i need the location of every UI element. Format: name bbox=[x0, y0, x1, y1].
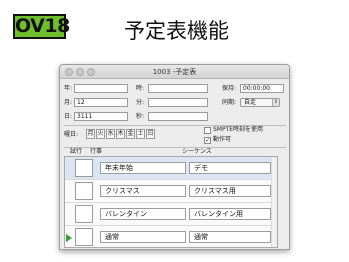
trial-button[interactable] bbox=[75, 228, 93, 246]
day-field[interactable]: 3111 bbox=[74, 112, 128, 121]
schedule-window: 1003 -予定表 年: 月: 12 日: 3111 時: 分: 秒: 保持: … bbox=[59, 64, 290, 250]
event-cell[interactable]: 年末年始 bbox=[100, 162, 186, 174]
month-field[interactable]: 12 bbox=[74, 98, 128, 107]
chevron-updown-icon: ⇕ bbox=[272, 99, 279, 106]
table-scrollbar[interactable] bbox=[271, 157, 277, 247]
ov18-badge: OV18 bbox=[13, 14, 70, 39]
schedule-table: 年末年始 デモ クリスマス クリスマス用 バレンタイン バレンタイン用 通常 通… bbox=[64, 156, 278, 248]
second-field[interactable] bbox=[148, 112, 208, 121]
weekday-sun[interactable]: 日 bbox=[146, 129, 155, 139]
weekday-tue[interactable]: 火 bbox=[96, 129, 105, 139]
sequence-cell[interactable]: デモ bbox=[189, 162, 271, 174]
weekday-label: 曜日: bbox=[64, 131, 79, 138]
month-label: 月: bbox=[64, 99, 73, 106]
hold-label: 保持: bbox=[222, 85, 237, 92]
table-row[interactable]: バレンタイン バレンタイン用 bbox=[65, 203, 277, 226]
table-row[interactable]: クリスマス クリスマス用 bbox=[65, 180, 277, 203]
trial-button[interactable] bbox=[75, 159, 93, 177]
smpte-checkbox[interactable] bbox=[204, 127, 211, 134]
weekday-sat[interactable]: 土 bbox=[136, 129, 145, 139]
day-label: 日: bbox=[64, 113, 73, 120]
window-titlebar[interactable]: 1003 -予定表 bbox=[60, 65, 289, 79]
minute-field[interactable] bbox=[148, 98, 208, 107]
sync-select[interactable]: 自走 ⇕ bbox=[240, 98, 280, 107]
hold-field[interactable]: 00:00:00 bbox=[240, 84, 284, 93]
hour-label: 時: bbox=[136, 85, 145, 92]
minute-label: 分: bbox=[136, 99, 145, 106]
event-cell[interactable]: クリスマス bbox=[100, 185, 186, 197]
header-trial: 試行 bbox=[70, 148, 83, 155]
sync-select-value: 自走 bbox=[244, 99, 257, 106]
enabled-checkbox[interactable]: ✓ bbox=[204, 137, 211, 144]
sequence-cell[interactable]: クリスマス用 bbox=[189, 185, 271, 197]
weekday-wed[interactable]: 水 bbox=[106, 129, 115, 139]
table-row[interactable]: 年末年始 デモ bbox=[65, 157, 277, 180]
sequence-cell[interactable]: 通常 bbox=[189, 231, 271, 243]
sequence-cell[interactable]: バレンタイン用 bbox=[189, 208, 271, 220]
event-cell[interactable]: バレンタイン bbox=[100, 208, 186, 220]
header-sequence: シーケンス bbox=[182, 148, 212, 155]
weekday-mon[interactable]: 月 bbox=[86, 129, 95, 139]
play-arrow-icon bbox=[66, 234, 72, 242]
header-event: 行事 bbox=[90, 148, 103, 155]
weekday-thu[interactable]: 木 bbox=[116, 129, 125, 139]
second-label: 秒: bbox=[136, 113, 145, 120]
weekday-fri[interactable]: 金 bbox=[126, 129, 135, 139]
table-row[interactable]: 通常 通常 bbox=[65, 226, 277, 249]
smpte-label: SMPTE時刻を使用 bbox=[213, 126, 264, 133]
slide-title: 予定表機能 bbox=[124, 19, 229, 43]
year-field[interactable] bbox=[74, 84, 128, 93]
sync-label: 同期: bbox=[222, 99, 237, 106]
enabled-label: 動作可 bbox=[213, 136, 232, 143]
year-label: 年: bbox=[64, 85, 73, 92]
trial-button[interactable] bbox=[75, 205, 93, 223]
event-cell[interactable]: 通常 bbox=[100, 231, 186, 243]
trial-button[interactable] bbox=[75, 182, 93, 200]
window-title: 1003 -予定表 bbox=[152, 68, 197, 76]
hour-field[interactable] bbox=[148, 84, 208, 93]
